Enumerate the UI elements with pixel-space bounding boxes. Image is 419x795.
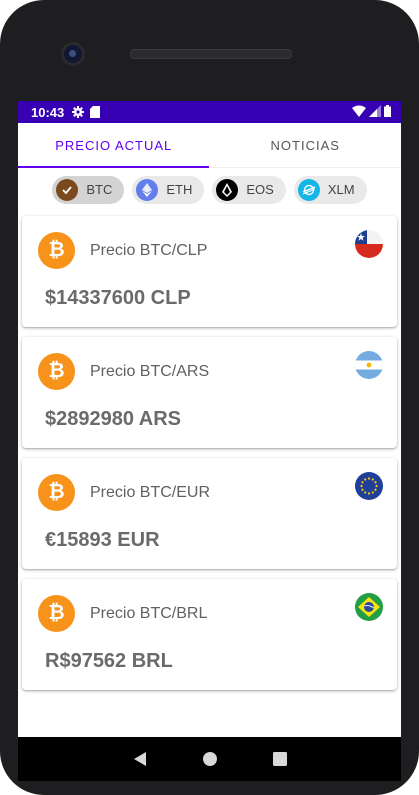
pair-label: Precio BTC/EUR [90,483,211,501]
eos-icon [216,178,239,201]
tab-bar: PRECIO ACTUAL NOTICIAS [18,123,401,168]
app-screen: 10:43 PRECIO ACTUAL NOTICIAS BTC ETH EOS… [18,101,401,737]
card-header: ₿ Precio BTC/CLP [38,232,207,269]
bitcoin-icon: ₿ [38,595,75,632]
brazil-flag-icon [355,593,383,621]
chip-label: XLM [327,182,355,197]
price-value: $14337600 CLP [45,287,191,309]
tab-indicator [18,166,209,168]
chip-xlm[interactable]: XLM [293,175,367,204]
tab-noticias[interactable]: NOTICIAS [210,123,402,167]
bitcoin-icon: ₿ [38,353,75,390]
card-header: ₿ Precio BTC/EUR [38,474,210,511]
sd-card-icon [90,106,101,118]
status-right-icons [352,104,391,120]
price-value: R$97562 BRL [45,650,173,672]
chip-label: BTC [86,182,113,197]
phone-frame: 10:43 PRECIO ACTUAL NOTICIAS BTC ETH EOS… [0,0,419,795]
eth-icon [136,178,159,201]
pair-label: Precio BTC/BRL [90,604,208,622]
front-camera [64,45,82,63]
chip-eos[interactable]: EOS [212,175,286,204]
recents-square-icon [272,752,287,766]
chip-label: ETH [166,182,193,197]
price-card-brl[interactable]: ₿ Precio BTC/BRL R$97562 BRL [22,579,397,690]
cell-signal-icon [369,104,381,120]
price-card-ars[interactable]: ₿ Precio BTC/ARS $2892980 ARS [22,337,397,448]
price-value: €15893 EUR [45,529,160,551]
bitcoin-icon: ₿ [38,232,75,269]
card-header: ₿ Precio BTC/ARS [38,353,209,390]
price-value: $2892980 ARS [45,408,182,430]
back-button[interactable] [105,737,175,781]
pair-label: Precio BTC/CLP [90,241,208,259]
recents-button[interactable] [245,737,315,781]
pair-label: Precio BTC/ARS [90,362,210,380]
settings-gear-icon [72,106,85,118]
price-card-eur[interactable]: ₿ Precio BTC/EUR €15893 EUR [22,458,397,569]
argentina-flag-icon [355,351,383,379]
xlm-icon [297,178,320,201]
tab-precio-actual[interactable]: PRECIO ACTUAL [18,123,210,167]
card-header: ₿ Precio BTC/BRL [38,595,207,632]
chile-flag-icon [355,230,383,258]
home-circle-icon [202,752,217,766]
battery-icon [384,104,391,120]
status-bar: 10:43 [18,101,401,123]
price-card-list: ₿ Precio BTC/CLP $14337600 CLP ₿ Precio … [18,211,401,690]
coin-filter-chips: BTC ETH EOS XLM [18,168,401,211]
wifi-icon [352,105,366,120]
system-nav-bar [18,737,401,781]
eu-flag-icon [355,472,383,500]
chip-label: EOS [246,182,274,197]
back-triangle-icon [133,752,146,766]
price-card-clp[interactable]: ₿ Precio BTC/CLP $14337600 CLP [22,216,397,327]
home-button[interactable] [175,737,245,781]
speaker-grille [130,49,292,59]
btc-check-icon [56,178,79,201]
chip-btc[interactable]: BTC [52,175,125,204]
chip-eth[interactable]: ETH [132,175,205,204]
bitcoin-icon: ₿ [38,474,75,511]
status-time: 10:43 [31,104,65,120]
